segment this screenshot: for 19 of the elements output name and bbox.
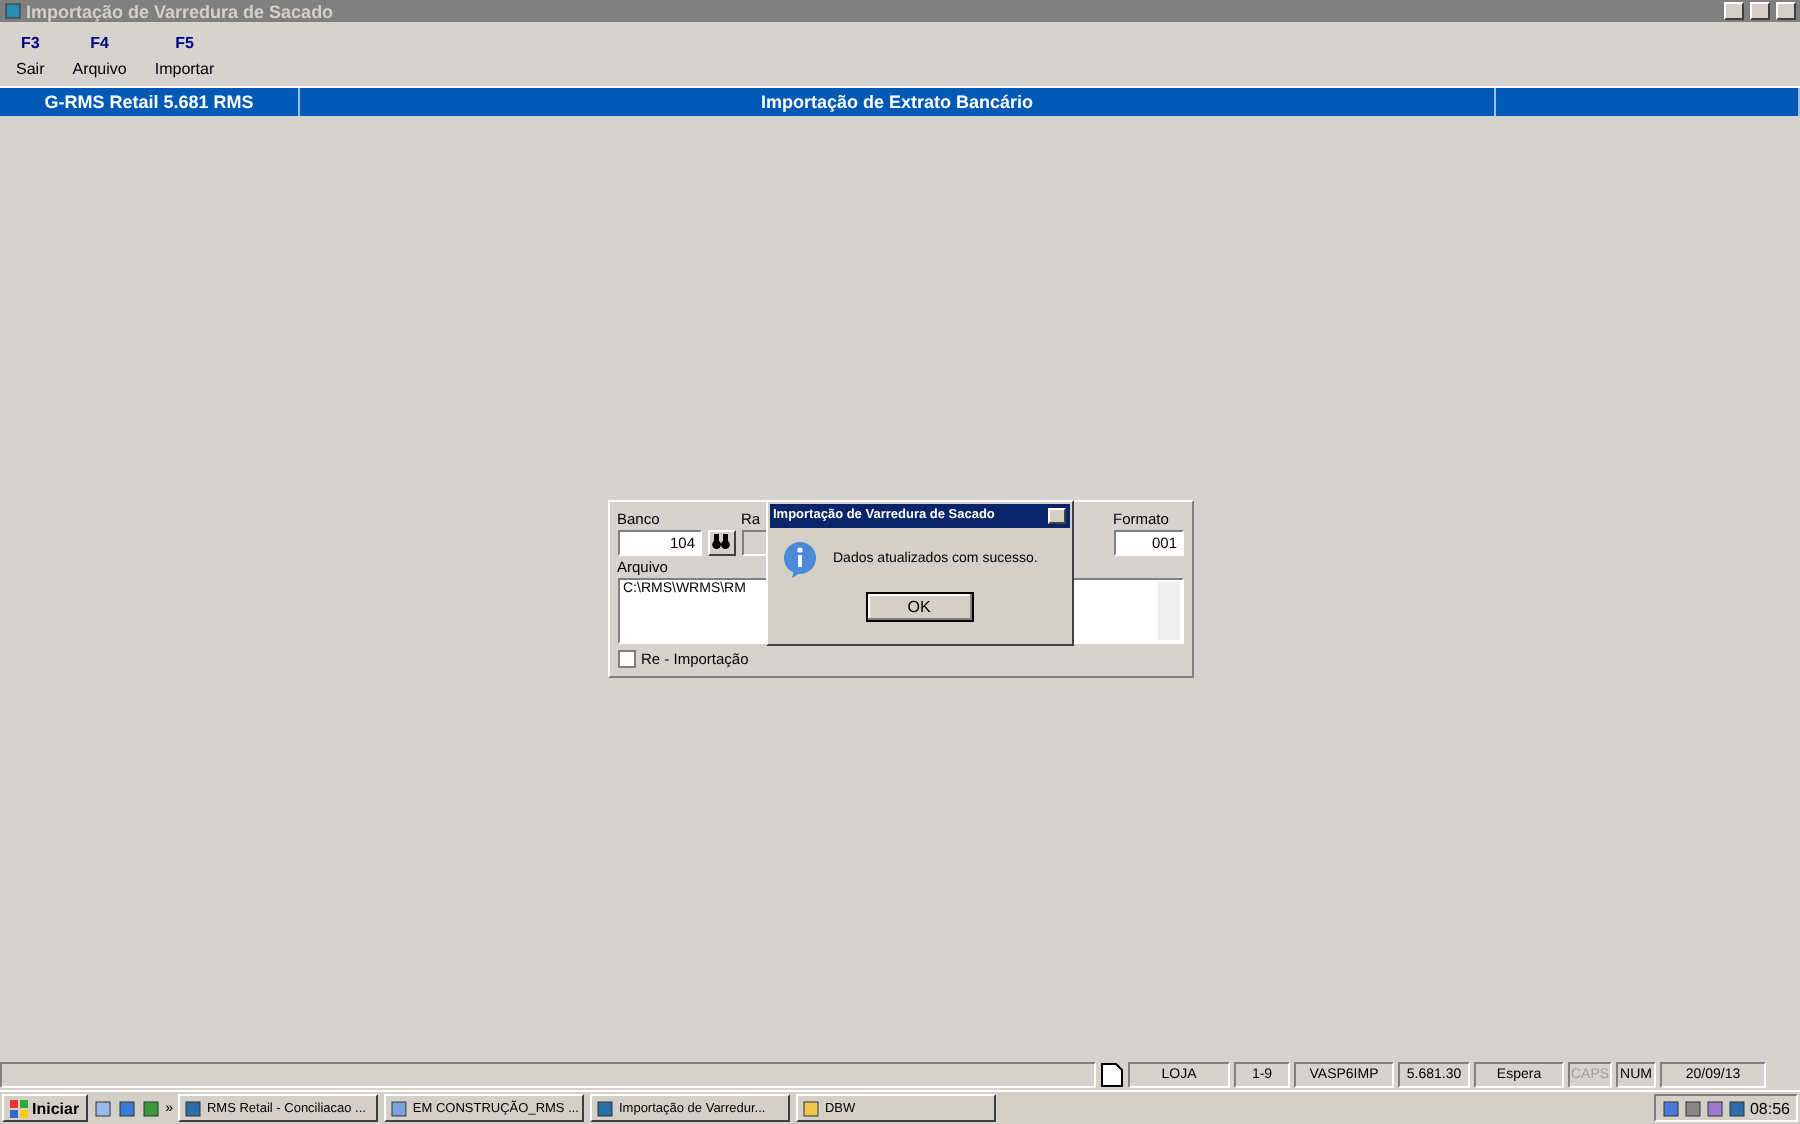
ok-button[interactable]: OK	[865, 591, 973, 621]
minimize-button[interactable]	[1724, 2, 1744, 20]
close-button[interactable]	[1776, 2, 1796, 20]
window-title: Importação de Varredura de Sacado	[26, 1, 336, 21]
binoculars-icon	[712, 534, 730, 550]
windows-logo-icon	[10, 1099, 28, 1117]
clock: 08:56	[1749, 1099, 1790, 1117]
close-button[interactable]	[1047, 507, 1065, 523]
start-button[interactable]: Iniciar	[2, 1094, 88, 1122]
toolbar-button[interactable]: F4 Arquivo	[68, 34, 131, 82]
info-icon	[781, 539, 817, 579]
app-version: G-RMS Retail 5.681 RMS	[0, 88, 300, 116]
search-button[interactable]	[707, 529, 735, 555]
scrollbar[interactable]	[1157, 581, 1179, 639]
checkbox[interactable]	[617, 649, 635, 667]
toolbar-button[interactable]: F5 Importar	[150, 34, 219, 82]
restore-button[interactable]	[1750, 2, 1770, 20]
toolbar-button[interactable]: F3 Sair	[12, 34, 49, 82]
screen-title: Importação de Extrato Bancário	[300, 88, 1496, 116]
